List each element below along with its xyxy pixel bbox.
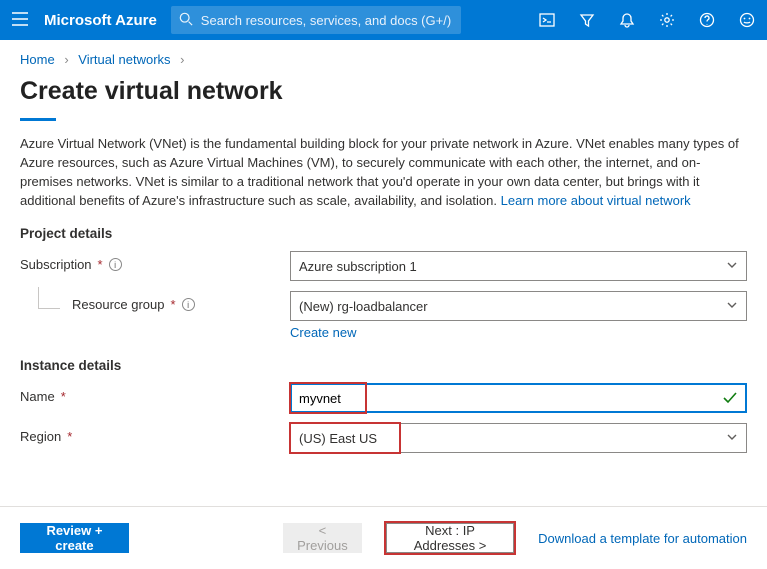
row-subscription: Subscription * i Azure subscription 1 [20, 251, 747, 281]
header-actions [527, 0, 767, 40]
tab-strip [20, 118, 747, 121]
breadcrumb: Home › Virtual networks › [0, 40, 767, 73]
cloud-shell-icon[interactable] [527, 0, 567, 40]
create-new-rg-link[interactable]: Create new [290, 325, 356, 340]
name-label: Name [20, 389, 55, 404]
required-icon: * [61, 389, 66, 404]
previous-button[interactable]: < Previous [283, 523, 362, 553]
wizard-footer: Review + create < Previous Next : IP Add… [0, 506, 767, 569]
learn-more-link[interactable]: Learn more about virtual network [501, 193, 691, 208]
breadcrumb-home[interactable]: Home [20, 52, 55, 67]
required-icon: * [98, 257, 103, 272]
brand-label: Microsoft Azure [40, 12, 171, 29]
row-region: Region * (US) East US [20, 423, 747, 453]
section-project-details: Project details [20, 226, 747, 241]
page-title: Create virtual network [0, 73, 767, 118]
info-icon[interactable]: i [109, 258, 122, 271]
row-resource-group: Resource group * i (New) rg-loadbalancer… [20, 291, 747, 340]
valid-check-icon [722, 390, 738, 409]
chevron-down-icon [726, 259, 738, 271]
resource-group-select[interactable]: (New) rg-loadbalancer [290, 291, 747, 321]
region-select[interactable]: (US) East US [290, 423, 747, 453]
menu-toggle[interactable] [0, 10, 40, 31]
required-icon: * [171, 297, 176, 312]
breadcrumb-vnets[interactable]: Virtual networks [78, 52, 170, 67]
download-template-link[interactable]: Download a template for automation [538, 531, 747, 546]
notifications-icon[interactable] [607, 0, 647, 40]
top-bar: Microsoft Azure [0, 0, 767, 40]
row-name: Name * [20, 383, 747, 413]
tree-connector [38, 287, 60, 309]
name-input[interactable] [299, 391, 738, 406]
highlight-next: Next : IP Addresses > [384, 521, 516, 555]
subscription-value: Azure subscription 1 [299, 259, 417, 274]
review-create-button[interactable]: Review + create [20, 523, 129, 553]
info-icon[interactable]: i [182, 298, 195, 311]
section-instance-details: Instance details [20, 358, 747, 373]
region-label: Region [20, 429, 61, 444]
intro-text: Azure Virtual Network (VNet) is the fund… [20, 135, 747, 210]
region-value: (US) East US [299, 431, 377, 446]
help-icon[interactable] [687, 0, 727, 40]
subscription-select[interactable]: Azure subscription 1 [290, 251, 747, 281]
settings-icon[interactable] [647, 0, 687, 40]
name-input-wrapper [290, 383, 747, 413]
subscription-label: Subscription [20, 257, 92, 272]
resource-group-value: (New) rg-loadbalancer [299, 299, 428, 314]
search-icon [179, 12, 195, 29]
required-icon: * [67, 429, 72, 444]
filter-icon[interactable] [567, 0, 607, 40]
resource-group-label: Resource group [72, 297, 165, 312]
next-button[interactable]: Next : IP Addresses > [386, 523, 514, 553]
feedback-icon[interactable] [727, 0, 767, 40]
tab-basics-indicator [20, 118, 56, 121]
chevron-down-icon [726, 431, 738, 443]
global-search[interactable] [171, 6, 461, 34]
chevron-right-icon: › [174, 52, 190, 67]
chevron-down-icon [726, 299, 738, 311]
chevron-right-icon: › [58, 52, 74, 67]
search-input[interactable] [201, 13, 453, 28]
